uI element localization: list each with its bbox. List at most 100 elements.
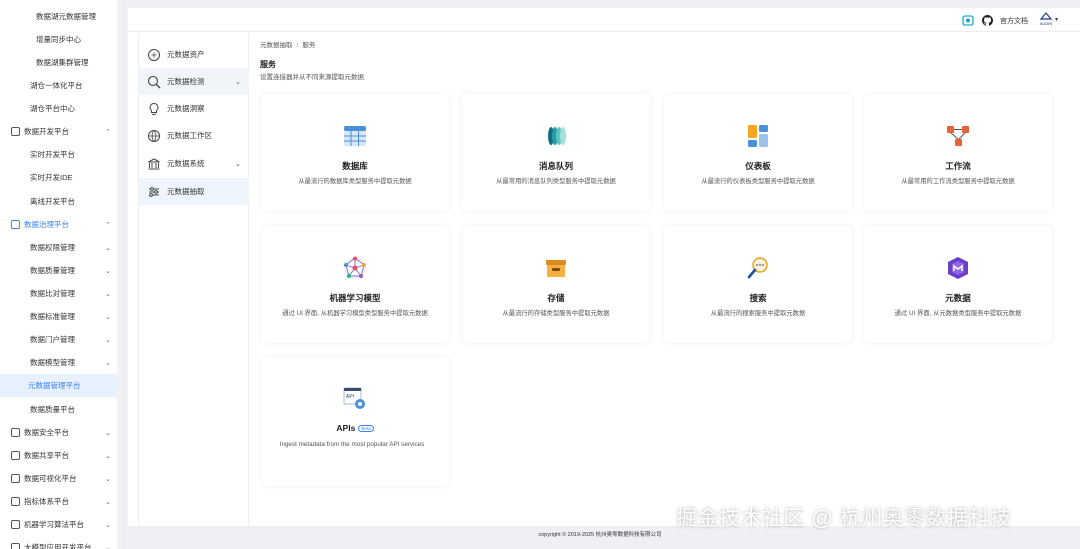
service-card-api[interactable]: API APIs Beta Ingest metadata from the most… xyxy=(261,357,449,486)
breadcrumb-separator: / xyxy=(296,42,299,49)
sidebar-item-label: 指标体系平台 xyxy=(24,497,69,506)
metadata-submenu: 元数据资产元数据检测 ⌄ 元数据洞察 元数据工作区 元数据系统 ⌄ 元数据抽取 xyxy=(138,33,249,526)
service-card-metadata[interactable]: 元数据 通过 UI 界面, 从元数据类型服务中提取元数据 xyxy=(864,226,1052,343)
sidebar-item-label: 数据质量管理 xyxy=(30,266,75,275)
svg-text:API: API xyxy=(346,394,354,400)
chevron-down-icon: ⌄ xyxy=(105,429,111,437)
sidebar-item-permission[interactable]: 数据权限管理 ⌄ xyxy=(0,236,121,259)
card-description: 从最流行的数据库类型服务中提取元数据 xyxy=(298,178,412,185)
beta-badge: Beta xyxy=(358,425,374,433)
sidebar-item-portal[interactable]: 数据门户管理 ⌄ xyxy=(0,328,121,351)
sidebar-item-offline-dev[interactable]: 离线开发平台 xyxy=(0,190,121,213)
chevron-down-icon: ⌄ xyxy=(105,452,111,460)
chevron-up-icon: ⌃ xyxy=(105,221,111,229)
submenu-item-insight[interactable]: 元数据洞察 xyxy=(139,95,249,122)
sidebar-item-data-dev[interactable]: 数据开发平台 ⌃ xyxy=(0,120,121,143)
sidebar-item-label: 数据质量平台 xyxy=(30,405,75,414)
sidebar-item-label: 数据共享平台 xyxy=(24,451,69,460)
sidebar-item-standard[interactable]: 数据标准管理 ⌄ xyxy=(0,305,121,328)
sidebar-item-label: 数据安全平台 xyxy=(24,428,69,437)
page-subtitle: 设置连接器并从不同来源提取元数据 xyxy=(260,74,364,81)
bulb-icon xyxy=(149,102,159,115)
sidebar-item-metadata-platform[interactable]: 元数据管理平台 xyxy=(0,374,121,397)
integration-icon[interactable] xyxy=(962,15,974,26)
submenu-item-assets[interactable]: 元数据资产 xyxy=(139,41,249,68)
section-icon xyxy=(11,543,20,549)
card-description: Ingest metadata from the most popular AP… xyxy=(279,441,425,448)
search-icon xyxy=(747,257,768,279)
service-card-search[interactable]: 搜索 从最流行的搜索服务中提取元数据 xyxy=(664,226,852,343)
sidebar-item-model[interactable]: 数据模型管理 ⌄ xyxy=(0,351,121,374)
sidebar-item-indicator[interactable]: 指标体系平台 ⌄ xyxy=(0,490,121,513)
service-card-message-queue[interactable]: 消息队列 从最常用的消息队列类型服务中提取元数据 xyxy=(462,94,650,211)
sidebar-item-label: 数据治理平台 xyxy=(24,220,69,229)
sidebar-item-quality-mgmt[interactable]: 数据质量管理 ⌄ xyxy=(0,259,121,282)
sidebar-item-label: 机器学习算法平台 xyxy=(24,520,84,529)
chevron-down-icon: ⌄ xyxy=(105,544,111,549)
docs-link[interactable]: 官方文档 xyxy=(1000,16,1028,26)
section-icon xyxy=(11,497,20,506)
chevron-down-icon: ⌄ xyxy=(235,160,241,168)
service-card-workflow[interactable]: 工作流 从最常用的工作流类型服务中提取元数据 xyxy=(864,94,1052,211)
main-panel: 官方文档 AUDIN ▾ 元数据资产元数据检测 ⌄ 元数据洞察 元数据工作区 元数据系统… xyxy=(128,8,1080,526)
service-card-ml-model[interactable]: 机器学习模型通过 UI 界面, 从机器学习模型类型服务中提取元数据 xyxy=(261,226,449,343)
sidebar-item-label: 大模型应用开发平台 xyxy=(24,543,92,549)
sidebar-scrollbar[interactable] xyxy=(117,0,121,549)
breadcrumb-current: 服务 xyxy=(302,42,316,49)
sidebar-item-incremental-sync[interactable]: 增量同步中心 xyxy=(0,28,121,51)
section-icon xyxy=(11,451,20,460)
sidebar-item-label: 元数据管理平台 xyxy=(28,381,81,390)
sidebar-item-label: 数据模型管理 xyxy=(30,358,75,367)
sidebar-item-sharing[interactable]: 数据共享平台 ⌄ xyxy=(0,444,121,467)
service-card-database[interactable]: 数据库从最流行的数据库类型服务中提取元数据 xyxy=(261,94,449,211)
github-icon[interactable] xyxy=(982,15,993,26)
card-title-text: 工作流 xyxy=(945,161,971,171)
card-title: 数据库 xyxy=(261,160,449,172)
sidebar-item-realtime-dev[interactable]: 实时开发平台 xyxy=(0,143,121,166)
dashboard-icon xyxy=(748,125,768,147)
breadcrumb-root[interactable]: 元数据抽取 xyxy=(260,42,293,49)
sidebar-item-label: 实时开发平台 xyxy=(30,150,75,159)
card-description: 从最流行的搜索服务中提取元数据 xyxy=(710,310,806,317)
sidebar-item-lake-cluster[interactable]: 数据湖集群管理 xyxy=(0,51,121,74)
card-title: 机器学习模型 xyxy=(261,292,449,304)
sidebar-item-data-governance[interactable]: 数据治理平台 ⌃ xyxy=(0,213,121,236)
chevron-down-icon: ⌄ xyxy=(105,313,111,321)
section-icon xyxy=(11,127,20,136)
chevron-down-icon: ⌄ xyxy=(105,475,111,483)
submenu-item-label: 元数据资产 xyxy=(167,50,205,59)
sidebar-item-lakehouse-center[interactable]: 湖仓平台中心 xyxy=(0,97,121,120)
section-icon xyxy=(11,220,20,229)
globe-icon xyxy=(148,129,160,142)
sidebar-item-quality-platform[interactable]: 数据质量平台 xyxy=(0,398,121,421)
sidebar-item-compare[interactable]: 数据比对管理 ⌄ xyxy=(0,282,121,305)
sliders-icon xyxy=(149,186,159,197)
submenu-item-workspace[interactable]: 元数据工作区 xyxy=(139,122,249,149)
sidebar-item-metadata[interactable]: 数据湖元数据管理 xyxy=(0,5,121,28)
card-title-text: 数据库 xyxy=(342,161,368,171)
sidebar-item-lakehouse[interactable]: 湖仓一体化平台 xyxy=(0,74,121,97)
sidebar-item-label: 湖仓平台中心 xyxy=(30,104,75,113)
submenu-item-detection[interactable]: 元数据检测 ⌄ xyxy=(139,68,249,95)
user-menu[interactable]: AUDIN xyxy=(1036,12,1056,26)
submenu-item-system[interactable]: 元数据系统 ⌄ xyxy=(139,150,249,177)
top-bar: 官方文档 AUDIN ▾ xyxy=(128,8,1080,32)
api-icon: API xyxy=(343,387,365,409)
section-icon xyxy=(11,474,20,483)
sidebar-item-label: 数据标准管理 xyxy=(30,312,75,321)
card-title: 工作流 xyxy=(864,160,1052,172)
chevron-down-icon: ⌄ xyxy=(105,521,111,529)
service-card-dashboard[interactable]: 仪表板 从最流行的仪表板类型服务中提取元数据 xyxy=(664,94,852,211)
card-title-text: 元数据 xyxy=(945,293,971,303)
database-icon xyxy=(344,126,366,146)
chevron-down-icon[interactable]: ▾ xyxy=(1055,16,1058,23)
card-description: 通过 UI 界面, 从机器学习模型类型服务中提取元数据 xyxy=(282,310,428,317)
card-title-text: 仪表板 xyxy=(745,161,771,171)
card-title: 元数据 xyxy=(864,292,1052,304)
service-card-storage[interactable]: 存储 从最流行的存储类型服务中提取元数据 xyxy=(462,226,650,343)
sidebar-item-security[interactable]: 数据安全平台 ⌄ xyxy=(0,421,121,444)
submenu-item-extraction[interactable]: 元数据抽取 xyxy=(139,178,249,205)
sidebar-item-visualization[interactable]: 数据可视化平台 ⌄ xyxy=(0,467,121,490)
chevron-down-icon: ⌄ xyxy=(105,244,111,252)
sidebar-item-realtime-ide[interactable]: 实时开发IDE xyxy=(0,166,121,189)
